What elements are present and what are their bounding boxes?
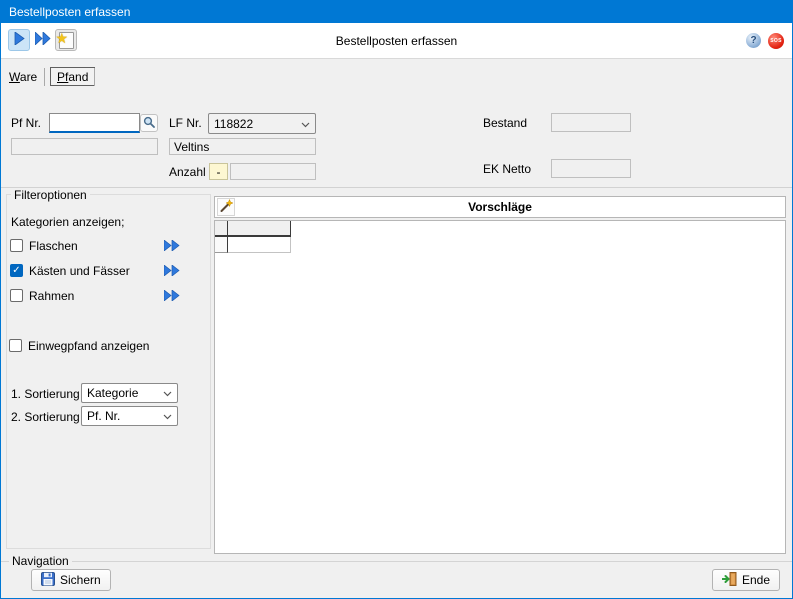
- favorite-button[interactable]: ★: [55, 29, 77, 51]
- expand-rahmen-button[interactable]: [163, 289, 181, 301]
- lf-nr-value: 118822: [214, 117, 253, 131]
- tab-pfand[interactable]: Pfand: [50, 67, 95, 86]
- sos-button[interactable]: SOS: [768, 33, 784, 49]
- anzahl-label: Anzahl: [169, 165, 206, 179]
- lieferant-name-field: Veltins: [169, 138, 316, 155]
- expand-kaesten-button[interactable]: [163, 264, 181, 276]
- sort1-label: 1. Sortierung: [11, 387, 80, 401]
- app-window: Bestellposten erfassen Bestellposten erf…: [0, 0, 793, 599]
- checkbox-flaschen[interactable]: [10, 239, 23, 252]
- lf-nr-label: LF Nr.: [169, 116, 202, 130]
- floppy-disk-icon: [41, 572, 55, 589]
- anzahl-minus-button[interactable]: -: [209, 163, 228, 180]
- pf-nr-search-button[interactable]: [140, 114, 158, 132]
- filter-group-title: Filteroptionen: [11, 188, 90, 202]
- save-button[interactable]: Sichern: [31, 569, 111, 591]
- chevron-down-icon: [163, 386, 172, 400]
- checkbox-rahmen-label: Rahmen: [29, 289, 74, 303]
- magnifier-icon: [143, 116, 155, 131]
- lf-nr-combobox[interactable]: 118822: [208, 113, 316, 134]
- chevron-down-icon: [301, 117, 310, 131]
- star-icon: ★: [56, 31, 69, 45]
- auto-suggest-button[interactable]: [217, 198, 235, 216]
- sort1-value: Kategorie: [87, 386, 138, 400]
- sort2-value: Pf. Nr.: [87, 409, 120, 423]
- exit-door-icon: [722, 572, 737, 589]
- sort2-combobox[interactable]: Pf. Nr.: [81, 406, 178, 426]
- grid-cell: [228, 237, 291, 253]
- tab-ware-label: are: [20, 70, 37, 84]
- next-record-button[interactable]: [8, 29, 30, 51]
- suggestions-grid[interactable]: [214, 220, 786, 554]
- tab-pfand-accel: Pf: [57, 70, 68, 84]
- help-icon: ?: [750, 35, 756, 46]
- suggestions-title: Vorschläge: [215, 197, 785, 217]
- tab-pfand-label: and: [68, 70, 88, 84]
- chevron-down-icon: [163, 409, 172, 423]
- save-button-label: Sichern: [60, 573, 101, 587]
- checkbox-rahmen[interactable]: [10, 289, 23, 302]
- grid-header-cell: [228, 221, 291, 237]
- end-button-label: Ende: [742, 573, 770, 587]
- checkbox-einwegpfand[interactable]: [9, 339, 22, 352]
- double-arrow-icon: [164, 290, 180, 301]
- fast-forward-button[interactable]: [32, 29, 54, 51]
- ek-netto-label: EK Netto: [483, 162, 531, 176]
- fast-forward-icon: [35, 32, 51, 48]
- title-bar: Bestellposten erfassen: [1, 1, 792, 23]
- toolbar: Bestellposten erfassen ★ ? SOS: [1, 23, 792, 59]
- suggestions-header: Vorschläge: [214, 196, 786, 218]
- form-separator: [1, 187, 792, 188]
- grid-corner-cell: [215, 221, 228, 237]
- sort2-label: 2. Sortierung: [11, 410, 80, 424]
- navigation-group-border: [1, 561, 792, 562]
- play-icon: [14, 32, 25, 48]
- checkbox-einwegpfand-label: Einwegpfand anzeigen: [28, 339, 149, 353]
- toolbar-title: Bestellposten erfassen: [1, 23, 792, 58]
- favorite-page-icon: ★: [59, 32, 74, 49]
- ek-netto-field: [551, 159, 631, 178]
- sort1-combobox[interactable]: Kategorie: [81, 383, 178, 403]
- navigation-group-title: Navigation: [9, 554, 72, 568]
- double-arrow-icon: [164, 240, 180, 251]
- window-title: Bestellposten erfassen: [9, 5, 130, 19]
- checkbox-flaschen-label: Flaschen: [29, 239, 78, 253]
- magic-wand-icon: [219, 199, 233, 216]
- tab-ware[interactable]: Ware: [9, 70, 37, 84]
- double-arrow-icon: [164, 265, 180, 276]
- tab-separator: [44, 68, 45, 86]
- categories-subtitle: Kategorien anzeigen;: [11, 215, 124, 229]
- tab-ware-accel: W: [9, 70, 20, 84]
- bestand-field: [551, 113, 631, 132]
- help-button[interactable]: ?: [746, 33, 761, 48]
- pf-nr-input[interactable]: [49, 113, 140, 133]
- expand-flaschen-button[interactable]: [163, 239, 181, 251]
- checkbox-kaesten-und-faesser-label: Kästen und Fässer: [29, 264, 130, 278]
- checkbox-kaesten-und-faesser[interactable]: [10, 264, 23, 277]
- pf-nr-label: Pf Nr.: [11, 116, 41, 130]
- artikel-name-field: [11, 138, 158, 155]
- tab-separator: [94, 68, 95, 86]
- end-button[interactable]: Ende: [712, 569, 780, 591]
- bestand-label: Bestand: [483, 116, 527, 130]
- anzahl-field: [230, 163, 316, 180]
- grid-row-header-cell: [215, 237, 228, 253]
- sos-icon: SOS: [770, 38, 781, 44]
